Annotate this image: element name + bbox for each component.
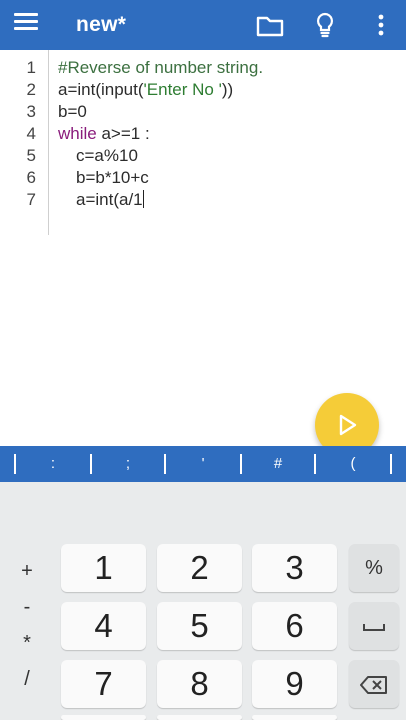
minus-key[interactable]: - bbox=[14, 596, 40, 619]
code-text: a=int(input( bbox=[58, 80, 144, 99]
key-partial[interactable] bbox=[61, 715, 146, 720]
code-line[interactable]: #Reverse of number string. bbox=[58, 57, 398, 79]
comment-text: #Reverse of number string. bbox=[58, 58, 264, 77]
line-number-gutter: 1 2 3 4 5 6 7 bbox=[0, 50, 49, 235]
symbol-key-colon[interactable]: : bbox=[16, 446, 90, 482]
more-vert-icon[interactable] bbox=[366, 10, 396, 40]
multiply-key[interactable]: * bbox=[14, 632, 40, 655]
code-line[interactable]: c=a%10 bbox=[58, 145, 398, 167]
code-line[interactable]: b=0 bbox=[58, 101, 398, 123]
keyword: while bbox=[58, 124, 97, 143]
menu-icon[interactable] bbox=[14, 13, 38, 31]
code-line[interactable]: a=int(input('Enter No ')) bbox=[58, 79, 398, 101]
line-number: 3 bbox=[26, 102, 36, 121]
code-text: c=a%10 bbox=[76, 146, 138, 165]
symbol-key-paren[interactable]: ( bbox=[316, 446, 390, 482]
key-6[interactable]: 6 bbox=[252, 602, 337, 650]
line-number: 6 bbox=[26, 168, 36, 187]
code-line[interactable]: b=b*10+c bbox=[58, 167, 398, 189]
backspace-key[interactable] bbox=[349, 660, 399, 708]
code-text: b=b*10+c bbox=[76, 168, 149, 187]
code-editor[interactable]: 1 2 3 4 5 6 7 #Reverse of number string.… bbox=[0, 50, 406, 446]
line-number: 4 bbox=[26, 124, 36, 143]
percent-key[interactable]: % bbox=[349, 544, 399, 592]
key-7[interactable]: 7 bbox=[61, 660, 146, 708]
line-number: 2 bbox=[26, 80, 36, 99]
code-text: )) bbox=[221, 80, 234, 99]
code-line[interactable]: a=int(a/1 bbox=[58, 189, 398, 211]
key-8[interactable]: 8 bbox=[157, 660, 242, 708]
numeric-keypad: + - * / 1 2 3 4 5 6 7 8 9 % bbox=[0, 482, 406, 720]
code-text: a>=1 : bbox=[96, 124, 150, 143]
code-text: a/1 bbox=[119, 190, 143, 209]
code-lines[interactable]: #Reverse of number string. a=int(input('… bbox=[58, 57, 398, 211]
symbol-key-quote[interactable]: ' bbox=[166, 446, 240, 482]
lightbulb-icon[interactable] bbox=[310, 10, 340, 40]
key-9[interactable]: 9 bbox=[252, 660, 337, 708]
key-1[interactable]: 1 bbox=[61, 544, 146, 592]
divider bbox=[390, 454, 392, 474]
code-text: b=0 bbox=[58, 102, 87, 121]
folder-icon[interactable] bbox=[255, 10, 285, 40]
code-text: a=int( bbox=[76, 190, 119, 209]
string-literal: 'Enter No ' bbox=[143, 80, 222, 99]
key-partial[interactable] bbox=[157, 715, 242, 720]
space-icon bbox=[363, 623, 385, 631]
key-5[interactable]: 5 bbox=[157, 602, 242, 650]
plus-key[interactable]: + bbox=[14, 560, 40, 583]
key-partial[interactable] bbox=[252, 715, 337, 720]
text-cursor bbox=[142, 190, 145, 208]
space-key[interactable] bbox=[349, 602, 399, 650]
line-number: 1 bbox=[26, 58, 36, 77]
symbol-key-hash[interactable]: # bbox=[242, 446, 314, 482]
backspace-icon bbox=[360, 675, 387, 694]
key-4[interactable]: 4 bbox=[61, 602, 146, 650]
symbol-key-semicolon[interactable]: ; bbox=[92, 446, 164, 482]
play-icon bbox=[339, 414, 357, 436]
line-number: 5 bbox=[26, 146, 36, 165]
symbol-bar: : ; ' # ( bbox=[0, 446, 406, 482]
line-number: 7 bbox=[26, 190, 36, 209]
key-3[interactable]: 3 bbox=[252, 544, 337, 592]
code-line[interactable]: while a>=1 : bbox=[58, 123, 398, 145]
file-title: new* bbox=[76, 13, 127, 36]
key-2[interactable]: 2 bbox=[157, 544, 242, 592]
app-bar: new* bbox=[0, 0, 406, 50]
divide-key[interactable]: / bbox=[14, 668, 40, 691]
